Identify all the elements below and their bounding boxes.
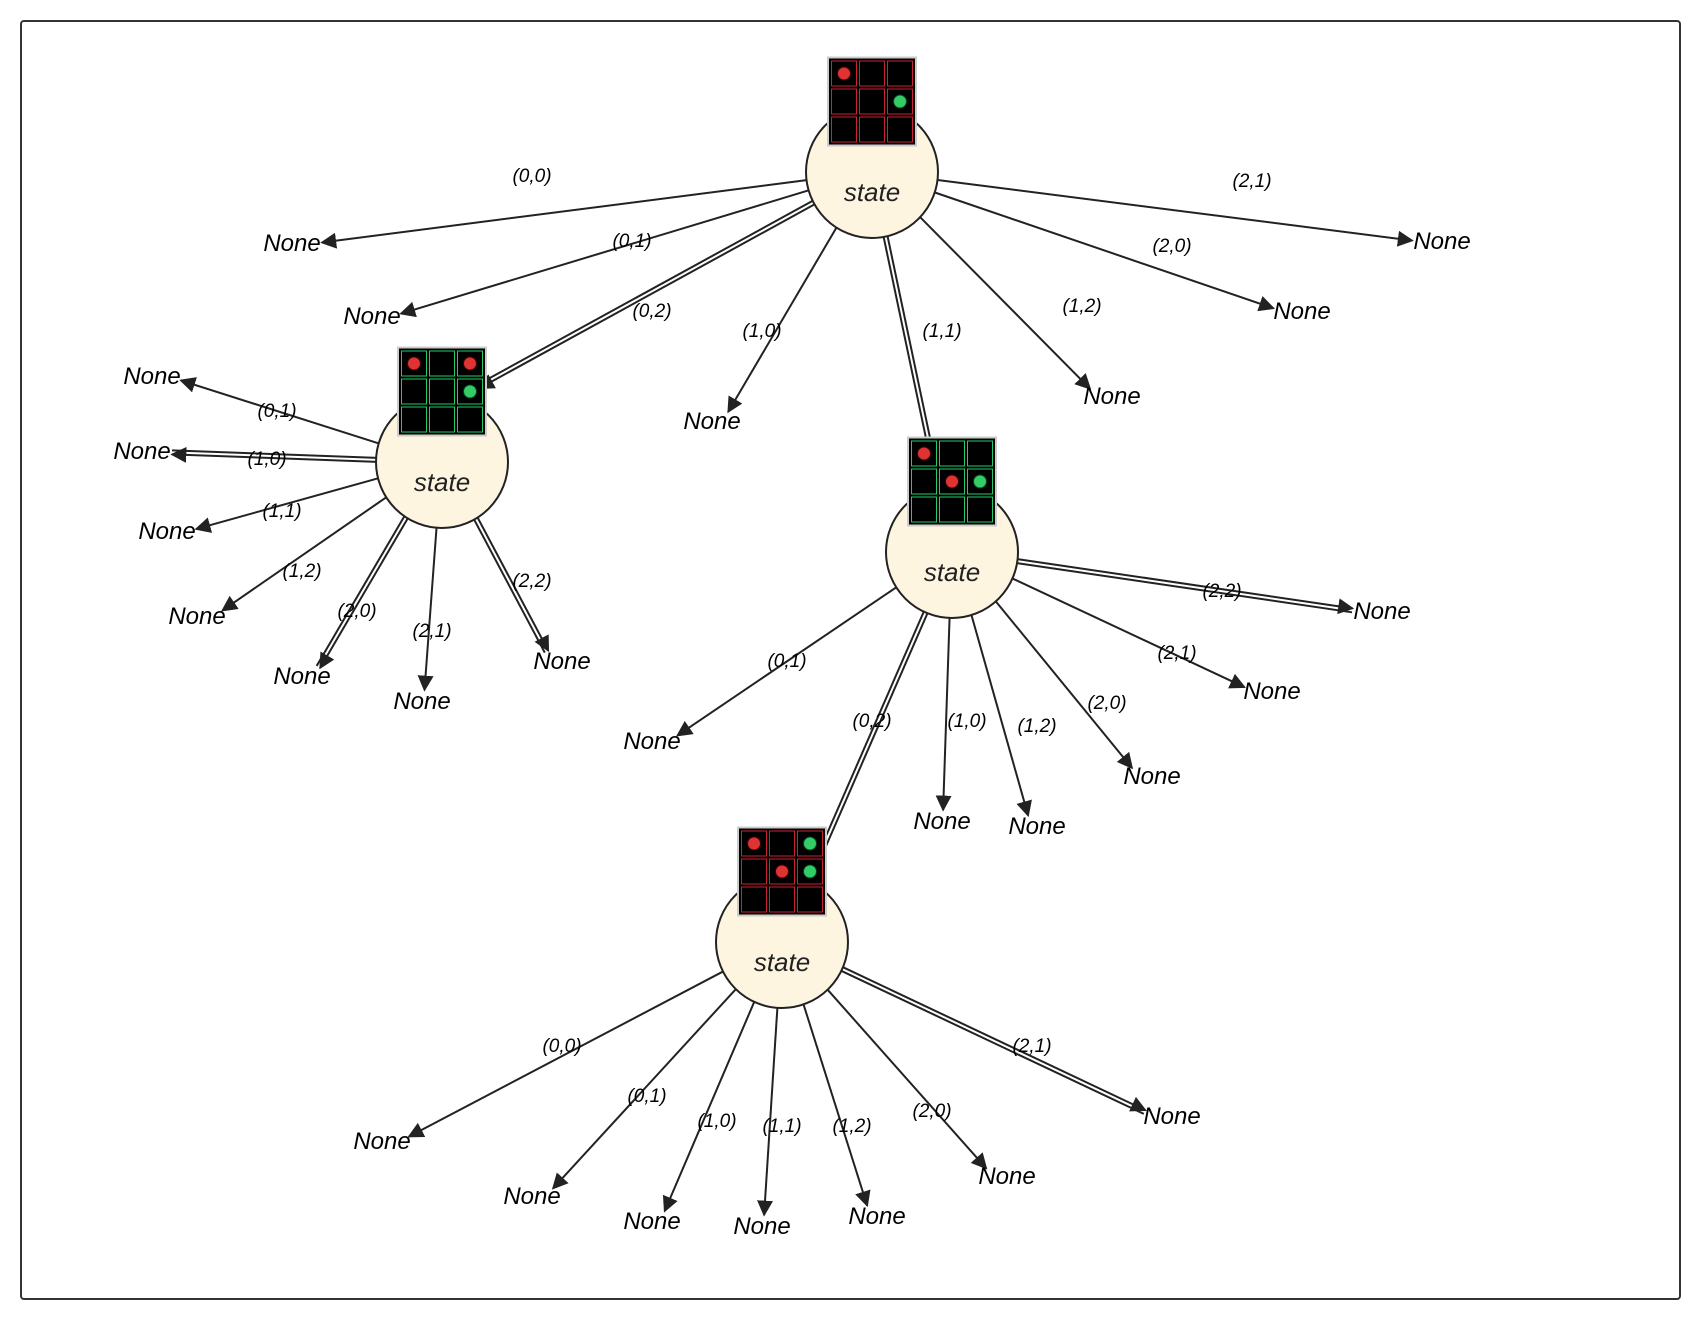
edge-label: (2,0) bbox=[337, 601, 376, 623]
edge-label: (1,2) bbox=[1062, 296, 1101, 318]
marker-dot bbox=[803, 865, 817, 879]
marker-dot bbox=[775, 865, 789, 879]
edge-label: (1,0) bbox=[697, 1111, 736, 1133]
edge-label: (0,1) bbox=[612, 231, 651, 253]
leaf-text: None bbox=[1083, 383, 1140, 411]
leaf-text: None bbox=[733, 1213, 790, 1241]
edge-label: (1,2) bbox=[282, 561, 321, 583]
edge-label: (1,1) bbox=[262, 501, 301, 523]
edge-label: (1,0) bbox=[742, 321, 781, 343]
node-label: state bbox=[754, 947, 810, 978]
edge-label: (2,2) bbox=[512, 571, 551, 593]
leaf-text: None bbox=[848, 1203, 905, 1231]
leaf-text: None bbox=[1243, 678, 1300, 706]
leaf-text: None bbox=[263, 230, 320, 258]
leaf-text: None bbox=[1273, 298, 1330, 326]
edge-label: (0,1) bbox=[257, 401, 296, 423]
marker-dot bbox=[945, 475, 959, 489]
leaf-text: None bbox=[913, 808, 970, 836]
leaf-text: None bbox=[123, 363, 180, 391]
edge-label: (2,0) bbox=[1087, 693, 1126, 715]
edge-label: (0,0) bbox=[512, 166, 551, 188]
leaf-text: None bbox=[533, 648, 590, 676]
leaf-text: None bbox=[113, 438, 170, 466]
marker-dot bbox=[407, 357, 421, 371]
leaf-text: None bbox=[623, 1208, 680, 1236]
leaf-text: None bbox=[503, 1183, 560, 1211]
edge-label: (0,2) bbox=[852, 711, 891, 733]
state-grid bbox=[827, 57, 917, 147]
leaf-text: None bbox=[1143, 1103, 1200, 1131]
edge-label: (0,0) bbox=[542, 1036, 581, 1058]
marker-dot bbox=[463, 385, 477, 399]
node-label: state bbox=[844, 177, 900, 208]
marker-dot bbox=[747, 837, 761, 851]
edge-label: (2,1) bbox=[1232, 171, 1271, 193]
edge-label: (2,0) bbox=[912, 1101, 951, 1123]
state-grid bbox=[397, 347, 487, 437]
edge-label: (2,1) bbox=[1157, 643, 1196, 665]
marker-dot bbox=[893, 95, 907, 109]
leaf-text: None bbox=[138, 518, 195, 546]
leaf-text: None bbox=[623, 728, 680, 756]
leaf-text: None bbox=[683, 408, 740, 436]
edge-label: (2,1) bbox=[1012, 1036, 1051, 1058]
leaf-text: None bbox=[1008, 813, 1065, 841]
marker-dot bbox=[803, 837, 817, 851]
edge-label: (2,2) bbox=[1202, 581, 1241, 603]
leaf-text: None bbox=[273, 663, 330, 691]
node-label: state bbox=[414, 467, 470, 498]
state-grid bbox=[737, 827, 827, 917]
leaf-text: None bbox=[353, 1128, 410, 1156]
marker-dot bbox=[463, 357, 477, 371]
leaf-text: None bbox=[343, 303, 400, 331]
marker-dot bbox=[837, 67, 851, 81]
node-label: state bbox=[924, 557, 980, 588]
edge-label: (2,1) bbox=[412, 621, 451, 643]
edge-label: (1,2) bbox=[1017, 716, 1056, 738]
edge-label: (1,0) bbox=[247, 449, 286, 471]
edge-label: (1,1) bbox=[762, 1116, 801, 1138]
leaf-text: None bbox=[1413, 228, 1470, 256]
edge-label: (0,2) bbox=[632, 301, 671, 323]
edge-label: (0,1) bbox=[767, 651, 806, 673]
edge-label: (1,0) bbox=[947, 711, 986, 733]
leaf-text: None bbox=[1353, 598, 1410, 626]
edge-label: (2,0) bbox=[1152, 236, 1191, 258]
diagram-canvas: state state state state (0,0) None (0,1) None (0… bbox=[20, 20, 1681, 1300]
leaf-text: None bbox=[978, 1163, 1035, 1191]
leaf-text: None bbox=[1123, 763, 1180, 791]
leaf-text: None bbox=[168, 603, 225, 631]
edge-label: (1,1) bbox=[922, 321, 961, 343]
edge-label: (0,1) bbox=[627, 1086, 666, 1108]
state-grid bbox=[907, 437, 997, 527]
edge-label: (1,2) bbox=[832, 1116, 871, 1138]
marker-dot bbox=[917, 447, 931, 461]
marker-dot bbox=[973, 475, 987, 489]
leaf-text: None bbox=[393, 688, 450, 716]
